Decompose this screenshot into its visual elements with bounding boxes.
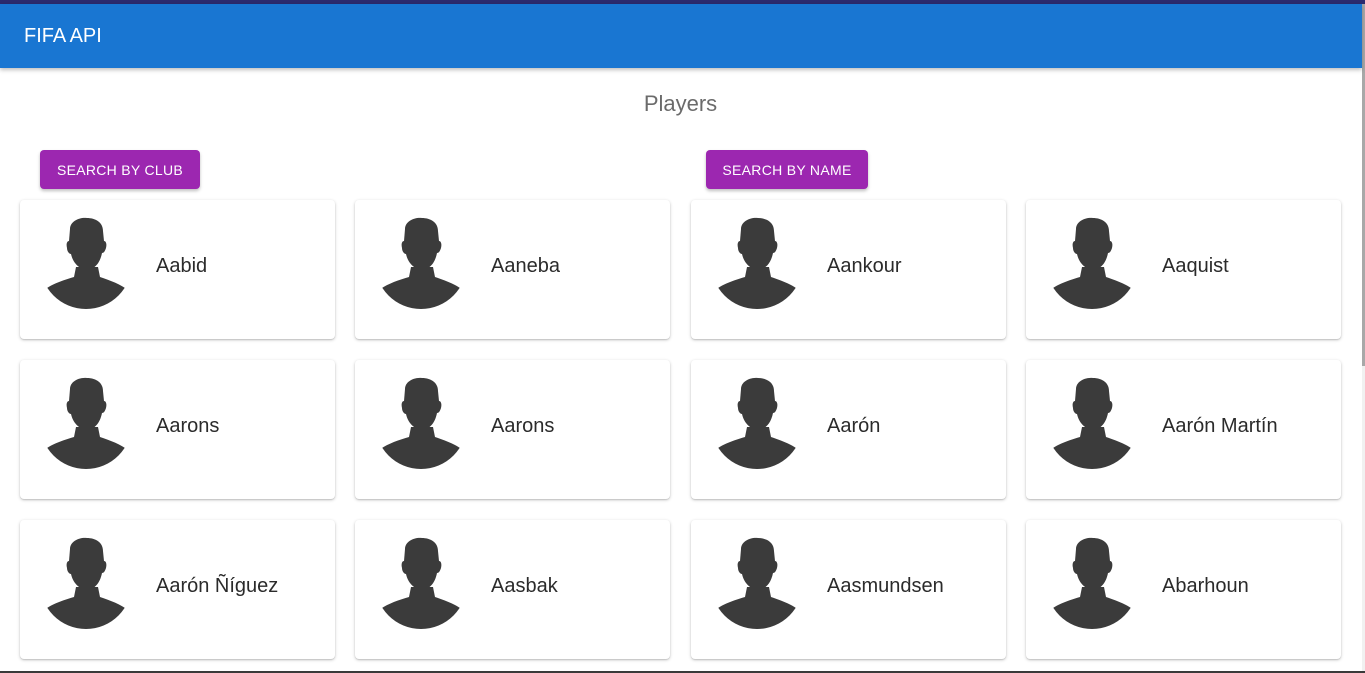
player-name: Aasmundsen (827, 575, 944, 597)
player-card[interactable]: Aabid (20, 200, 335, 339)
player-silhouette-icon (1046, 217, 1138, 317)
app-bar: FIFA API (0, 4, 1362, 68)
player-name: Aankour (827, 255, 902, 277)
player-card[interactable]: Aarón Ñíguez (20, 520, 335, 659)
player-name: Aarons (156, 415, 220, 437)
player-silhouette-icon (375, 537, 467, 637)
player-name: Aarón Ñíguez (156, 575, 279, 597)
search-by-name-button[interactable]: SEARCH BY NAME (706, 150, 868, 189)
player-card[interactable]: Aankour (691, 200, 1006, 339)
player-card[interactable]: Aaneba (355, 200, 670, 339)
player-silhouette-icon (1046, 377, 1138, 477)
app-title: FIFA API (24, 25, 102, 47)
player-card[interactable]: Aarons (20, 360, 335, 499)
player-name: Aarons (491, 415, 555, 437)
player-name: Aasbak (491, 575, 558, 597)
player-card[interactable]: Aarón Martín (1026, 360, 1341, 499)
page-title: Players (643, 91, 718, 116)
player-card[interactable]: Aasmundsen (691, 520, 1006, 659)
player-name: Abarhoun (1162, 575, 1249, 597)
player-name: Aaquist (1162, 255, 1229, 277)
player-card[interactable]: Aarons (355, 360, 670, 499)
player-card[interactable]: Aasbak (355, 520, 670, 659)
search-by-club-button[interactable]: SEARCH BY CLUB (40, 150, 200, 189)
player-silhouette-icon (711, 217, 803, 317)
player-silhouette-icon (40, 217, 132, 317)
player-name: Aaneba (491, 255, 560, 277)
player-silhouette-icon (375, 377, 467, 477)
player-card[interactable]: Aarón (691, 360, 1006, 499)
player-silhouette-icon (711, 377, 803, 477)
player-silhouette-icon (1046, 537, 1138, 637)
player-card[interactable]: Aaquist (1026, 200, 1341, 339)
player-name: Aarón (827, 415, 881, 437)
player-silhouette-icon (375, 217, 467, 317)
player-name: Aabid (156, 255, 208, 277)
player-silhouette-icon (40, 537, 132, 637)
player-silhouette-icon (711, 537, 803, 637)
player-silhouette-icon (40, 377, 132, 477)
player-card[interactable]: Abarhoun (1026, 520, 1341, 659)
player-name: Aarón Martín (1162, 415, 1278, 437)
